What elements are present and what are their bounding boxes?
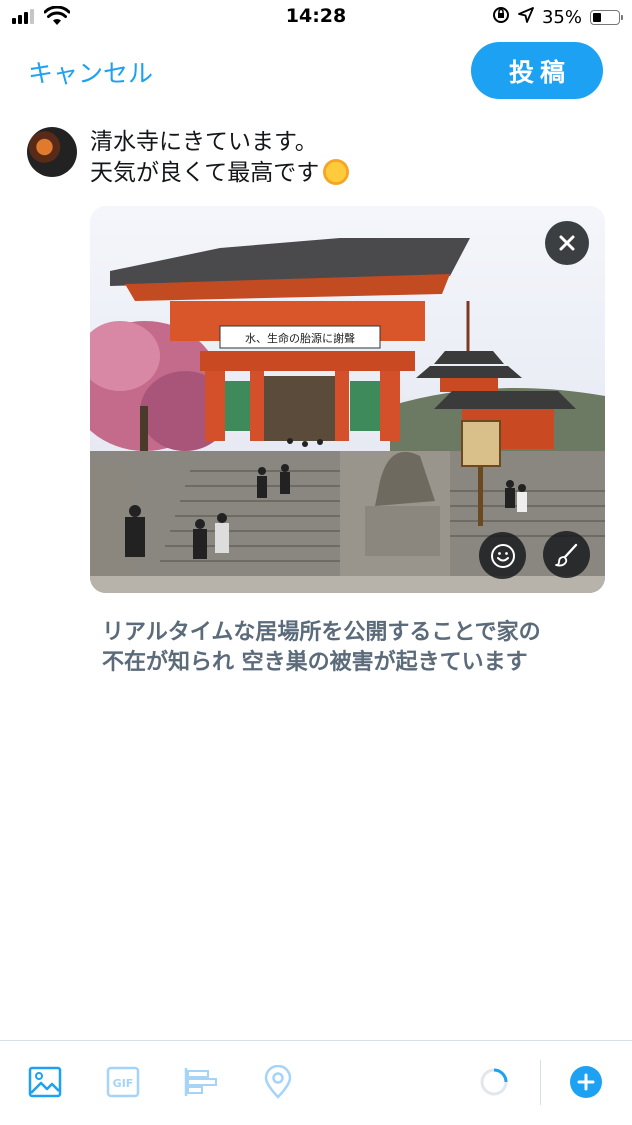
location-services-icon	[518, 7, 534, 28]
gif-icon: GIF	[106, 1066, 140, 1098]
location-icon	[264, 1065, 292, 1099]
add-sticker-button[interactable]	[479, 532, 526, 579]
add-poll-button[interactable]	[183, 1064, 219, 1100]
character-count-ring	[476, 1064, 512, 1100]
progress-ring-icon	[480, 1068, 508, 1096]
post-button[interactable]: 投稿	[471, 42, 603, 99]
sun-emoji-icon	[323, 159, 350, 185]
close-icon	[559, 235, 575, 251]
banner-text: 水、生命の胎源に謝聲	[245, 331, 355, 345]
add-image-button[interactable]	[27, 1064, 63, 1100]
image-icon	[28, 1066, 62, 1098]
privacy-warning-text: リアルタイムな居場所を公開することで家の 不在が知られ 空き巣の被害が起きていま…	[102, 618, 622, 678]
toolbar-divider	[540, 1060, 541, 1105]
add-gif-button[interactable]: GIF	[105, 1064, 141, 1100]
battery-icon	[590, 10, 623, 25]
smiley-icon	[490, 543, 515, 568]
brush-icon	[554, 543, 577, 566]
status-indicators: 35%	[492, 6, 623, 29]
remove-photo-button[interactable]	[545, 221, 589, 265]
battery-percent: 35%	[541, 7, 582, 28]
orientation-lock-icon	[492, 6, 510, 29]
poll-icon	[184, 1068, 217, 1096]
warning-line: リアルタイムな居場所を公開することで家の	[102, 620, 541, 645]
add-thread-button[interactable]	[568, 1064, 604, 1100]
add-thread-icon	[570, 1066, 602, 1098]
attached-photo[interactable]: 水、生命の胎源に謝聲	[90, 206, 605, 593]
tweet-text-line: 清水寺にきています。	[90, 129, 318, 155]
edit-photo-button[interactable]	[543, 531, 590, 578]
cancel-button[interactable]: キャンセル	[28, 54, 153, 90]
tweet-text-line: 天気が良くて最高です	[90, 160, 320, 186]
status-bar: 14:28 35%	[0, 0, 632, 36]
svg-text:GIF: GIF	[113, 1077, 134, 1090]
compose-tweet-screen: 14:28 35% キャンセル 投稿 清水寺にきています。 天気が良くて最高です	[0, 0, 632, 1125]
warning-line: 不在が知られ 空き巣の被害が起きています	[102, 650, 528, 675]
avatar[interactable]	[27, 127, 77, 177]
tweet-text-input[interactable]: 清水寺にきています。 天気が良くて最高です	[90, 127, 350, 189]
compose-toolbar	[0, 1040, 632, 1125]
add-location-button[interactable]	[260, 1064, 296, 1100]
